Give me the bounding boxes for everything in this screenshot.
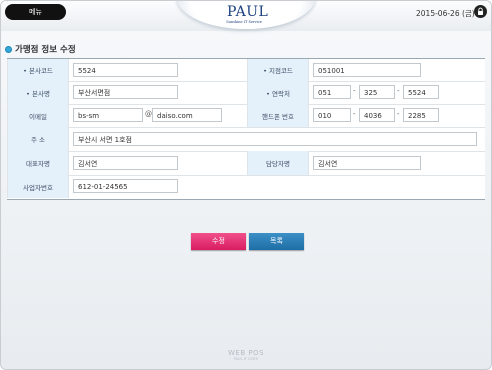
manager-field[interactable]: 김서연 <box>313 156 421 170</box>
biz-no-field[interactable]: 612-01-24565 <box>73 179 178 193</box>
form-row-code: • 본사코드 5524 • 지점코드 051001 <box>7 59 485 82</box>
label-biz-no: 사업자번호 <box>7 175 69 198</box>
contact-field-2[interactable]: 325 <box>359 85 395 99</box>
logo-text: PAUL <box>227 4 269 20</box>
bullet-icon <box>5 45 12 53</box>
ceo-field[interactable]: 김서연 <box>73 156 178 170</box>
label-hq-code: • 본사코드 <box>7 59 69 81</box>
lock-button[interactable] <box>474 5 487 18</box>
section-title-text: 가맹점 정보 수정 <box>15 45 76 55</box>
email-at-sign: @ <box>145 110 152 118</box>
top-bar: 메뉴 PAUL Sunshine IT Service 2015-06-26 (… <box>1 1 491 31</box>
app-window: 메뉴 PAUL Sunshine IT Service 2015-06-26 (… <box>0 0 492 370</box>
mobile-field-1[interactable]: 010 <box>313 108 351 122</box>
section-title: 가맹점 정보 수정 <box>5 43 76 55</box>
label-mobile: 핸드폰 번호 <box>247 104 309 127</box>
contact-dash-1: - <box>353 87 356 95</box>
form-row-biz: 사업자번호 612-01-24565 <box>7 175 485 198</box>
address-field[interactable]: 부산시 서면 1호점 <box>73 132 477 146</box>
store-info-form: • 본사코드 5524 • 지점코드 051001 • 본사명 부산서면점 • … <box>7 58 485 200</box>
menu-button[interactable]: 메뉴 <box>5 4 66 20</box>
label-ceo: 대표자명 <box>7 151 69 175</box>
email-id-field[interactable]: bs-sm <box>73 108 143 122</box>
hq-code-field[interactable]: 5524 <box>73 63 178 77</box>
footer-brand: WEB POS PAUL IT CORP. <box>221 349 271 361</box>
label-email: 이메일 <box>7 104 69 127</box>
label-manager: 담당자명 <box>247 151 309 175</box>
branch-code-field[interactable]: 051001 <box>313 63 421 77</box>
label-branch-code: • 지점코드 <box>247 59 309 81</box>
label-address: 주 소 <box>7 127 69 151</box>
label-contact: • 연락처 <box>247 81 309 104</box>
logo-subtext: Sunshine IT Service <box>226 20 262 24</box>
contact-field-3[interactable]: 5524 <box>403 85 439 99</box>
form-row-people: 대표자명 김서연 담당자명 김서연 <box>7 151 485 176</box>
mobile-dash-1: - <box>353 110 356 118</box>
form-row-email: 이메일 bs-sm @ daiso.com 핸드폰 번호 010 - 4036 … <box>7 104 485 128</box>
mobile-field-3[interactable]: 2285 <box>403 108 439 122</box>
form-row-name: • 본사명 부산서면점 • 연락처 051 - 325 - 5524 <box>7 81 485 105</box>
label-hq-name: • 본사명 <box>7 81 69 104</box>
footer-title: WEB POS <box>227 349 265 357</box>
form-row-address: 주 소 부산시 서면 1호점 <box>7 127 485 152</box>
save-button[interactable]: 수정 <box>191 233 246 250</box>
paul-logo: PAUL Sunshine IT Service <box>226 4 269 25</box>
footer-subtitle: PAUL IT CORP. <box>233 357 259 361</box>
list-button[interactable]: 목록 <box>249 233 304 250</box>
email-domain-field[interactable]: daiso.com <box>152 108 222 122</box>
contact-dash-2: - <box>397 87 400 95</box>
mobile-dash-2: - <box>397 110 400 118</box>
mobile-field-2[interactable]: 4036 <box>359 108 395 122</box>
current-date: 2015-06-26 (금) <box>416 9 475 18</box>
lock-icon <box>478 7 483 15</box>
hq-name-field[interactable]: 부산서면점 <box>73 85 178 99</box>
contact-field-1[interactable]: 051 <box>313 85 351 99</box>
